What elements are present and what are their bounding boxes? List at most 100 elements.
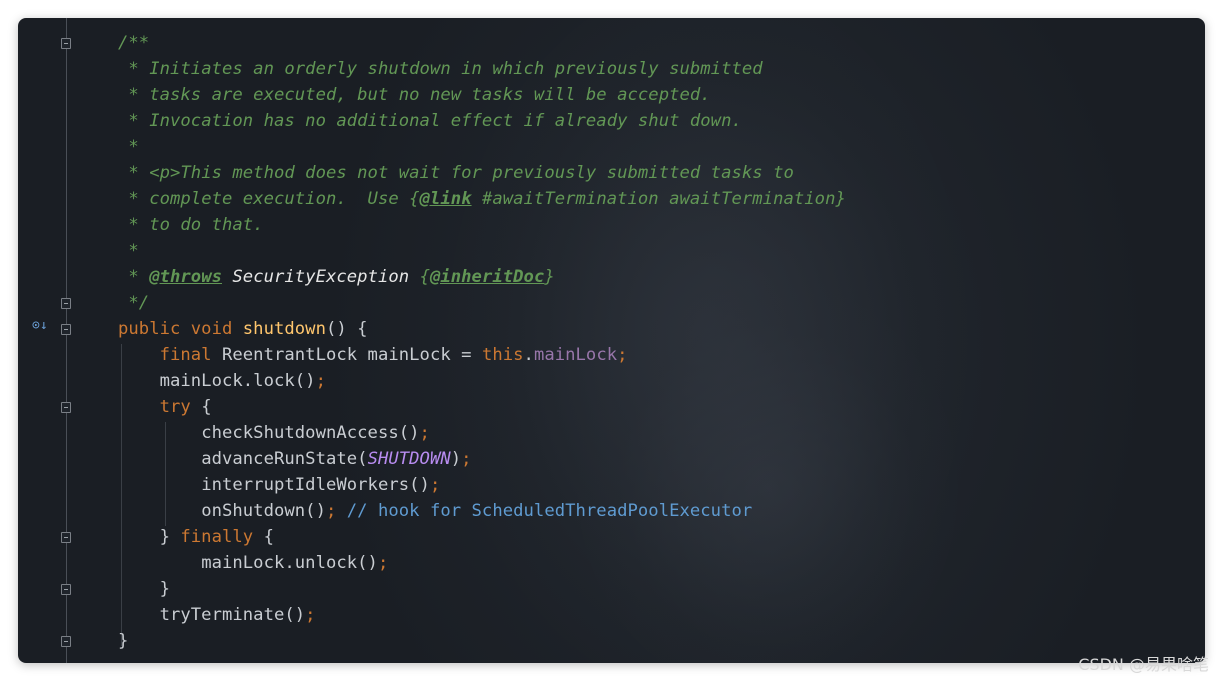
code-token: } [159, 579, 170, 599]
code-line[interactable]: * <p>This method does not wait for previ… [118, 160, 846, 186]
code-token: * Invocation has no additional effect if… [128, 111, 742, 131]
code-token: tryTerminate() [159, 605, 306, 625]
code-line[interactable]: * to do that. [118, 212, 846, 238]
code-token: * [128, 137, 139, 157]
code-line[interactable]: * [118, 134, 846, 160]
gutter-line [66, 18, 67, 663]
code-token: { [409, 267, 430, 287]
code-token: this [481, 345, 524, 365]
code-token: ; [419, 423, 430, 443]
code-token: onShutdown() [201, 501, 326, 521]
code-line[interactable]: */ [118, 290, 846, 316]
fold-icon[interactable] [61, 324, 71, 335]
code-token: } [118, 631, 129, 651]
code-token: final [159, 345, 222, 365]
code-line[interactable]: * [118, 238, 846, 264]
code-line[interactable]: final ReentrantLock mainLock = this.main… [118, 342, 846, 368]
code-line[interactable]: advanceRunState(SHUTDOWN); [118, 446, 846, 472]
code-token: * [128, 241, 139, 261]
code-token: ReentrantLock mainLock = [221, 345, 482, 365]
code-line[interactable]: checkShutdownAccess(); [118, 420, 846, 446]
code-token: . [523, 345, 534, 365]
fold-icon[interactable] [61, 584, 71, 595]
code-line[interactable]: * Initiates an orderly shutdown in which… [118, 56, 846, 82]
code-token: advanceRunState( [201, 449, 368, 469]
code-token: * Initiates an orderly shutdown in which… [128, 59, 763, 79]
code-token: ; [315, 371, 326, 391]
code-line[interactable]: } [118, 576, 846, 602]
code-token: /** [118, 33, 150, 53]
code-token: * <p>This method does not wait for previ… [128, 163, 794, 183]
code-line[interactable]: * tasks are executed, but no new tasks w… [118, 82, 846, 108]
code-token: // hook for ScheduledThreadPoolExecutor [346, 501, 753, 521]
code-line[interactable]: public void shutdown() { [118, 316, 846, 342]
code-area[interactable]: /** * Initiates an orderly shutdown in w… [118, 30, 846, 654]
code-token: SHUTDOWN [367, 449, 451, 469]
code-token: * [128, 267, 150, 287]
code-token: @link [419, 189, 472, 209]
code-token: { [201, 397, 212, 417]
code-token: SecurityException [232, 267, 410, 287]
fold-icon[interactable] [61, 532, 71, 543]
code-editor-window: ⊙↓ /** * Initiates an orderly shutdown i… [18, 18, 1205, 663]
code-line[interactable]: } [118, 628, 846, 654]
code-line[interactable]: * Invocation has no additional effect if… [118, 108, 846, 134]
code-token: try [159, 397, 202, 417]
code-token: * to do that. [128, 215, 264, 235]
code-token: mainLock.unlock() [201, 553, 378, 573]
code-token: finally [180, 527, 264, 547]
code-token: @inheritDoc [429, 267, 545, 287]
fold-icon[interactable] [61, 38, 71, 49]
code-line[interactable]: mainLock.lock(); [118, 368, 846, 394]
code-token: } [544, 267, 555, 287]
code-token: #awaitTermination awaitTermination} [471, 189, 846, 209]
code-token: ; [461, 449, 472, 469]
fold-icon[interactable] [61, 298, 71, 309]
code-token: mainLock [533, 345, 618, 365]
code-line[interactable]: * complete execution. Use {@link #awaitT… [118, 186, 846, 212]
code-token: ; [429, 475, 441, 495]
code-token: { [263, 527, 274, 547]
code-line[interactable]: } finally { [118, 524, 846, 550]
code-token: interruptIdleWorkers() [201, 475, 430, 495]
code-line[interactable]: onShutdown(); // hook for ScheduledThrea… [118, 498, 846, 524]
code-token: () { [325, 319, 368, 339]
code-token: * tasks are executed, but no new tasks w… [128, 85, 711, 105]
code-token: ; [325, 501, 347, 521]
code-line[interactable]: /** [118, 30, 846, 56]
override-method-icon[interactable]: ⊙↓ [32, 318, 48, 333]
code-token: ; [305, 605, 316, 625]
code-line[interactable]: mainLock.unlock(); [118, 550, 846, 576]
code-token: @throws [149, 267, 222, 287]
code-token: */ [128, 293, 150, 313]
code-token: ) [450, 449, 462, 469]
code-token: mainLock.lock() [159, 371, 316, 391]
code-line[interactable]: tryTerminate(); [118, 602, 846, 628]
fold-icon[interactable] [61, 402, 71, 413]
watermark: CSDN @易果啥笔 [1078, 655, 1209, 674]
code-token: * complete execution. Use { [128, 189, 420, 209]
code-token: checkShutdownAccess() [201, 423, 420, 443]
fold-icon[interactable] [61, 636, 71, 647]
code-line[interactable]: * @throws SecurityException {@inheritDoc… [118, 264, 846, 290]
code-line[interactable]: interruptIdleWorkers(); [118, 472, 846, 498]
code-line[interactable]: try { [118, 394, 846, 420]
